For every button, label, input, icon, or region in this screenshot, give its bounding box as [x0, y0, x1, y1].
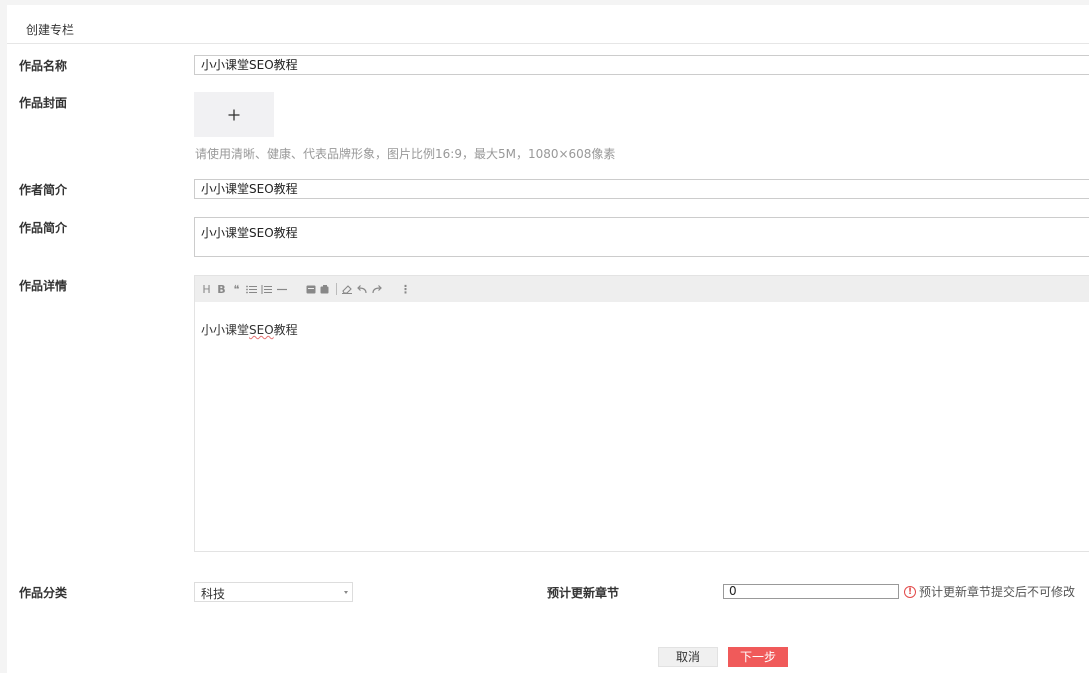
- plus-icon: [228, 109, 240, 120]
- details-label: 作品详情: [19, 279, 68, 293]
- cover-label: 作品封面: [19, 96, 68, 110]
- work-intro-textarea[interactable]: 小小课堂SEO教程: [194, 217, 1089, 257]
- chapters-label: 预计更新章节: [547, 586, 620, 600]
- category-value: 科技: [201, 587, 226, 601]
- rich-text-editor: H B ❝ ⋮ 小小课堂SEO教程: [194, 275, 1089, 552]
- cover-upload-button[interactable]: [194, 92, 274, 137]
- quote-icon[interactable]: ❝: [231, 276, 242, 302]
- redo-icon[interactable]: [371, 276, 382, 302]
- category-select[interactable]: 科技: [194, 582, 353, 602]
- work-name-label: 作品名称: [19, 59, 68, 73]
- editor-text-prefix: 小小课堂: [201, 323, 250, 337]
- ordered-list-icon[interactable]: [261, 276, 272, 302]
- editor-toolbar: H B ❝ ⋮: [195, 276, 1089, 302]
- page-title: 创建专栏: [26, 23, 75, 37]
- toolbar-divider: [336, 283, 337, 295]
- next-step-button[interactable]: 下一步: [728, 647, 788, 667]
- panel-header: 创建专栏: [7, 5, 1089, 44]
- eraser-icon[interactable]: [341, 276, 352, 302]
- bullet-list-icon[interactable]: [246, 276, 257, 302]
- cancel-button[interactable]: 取消: [658, 647, 718, 667]
- more-options-icon[interactable]: ⋮: [400, 276, 411, 302]
- video-icon[interactable]: [320, 276, 331, 302]
- heading-button[interactable]: H: [201, 276, 212, 302]
- horizontal-rule-icon[interactable]: [276, 276, 287, 302]
- work-intro-label: 作品简介: [19, 221, 68, 235]
- warning-icon: !: [904, 585, 916, 598]
- work-name-input[interactable]: 小小课堂SEO教程: [194, 55, 1089, 75]
- bold-button[interactable]: B: [216, 276, 227, 302]
- image-icon[interactable]: [305, 276, 316, 302]
- chapters-warning: ! 预计更新章节提交后不可修改: [904, 583, 1075, 600]
- chevron-down-icon: [344, 591, 348, 594]
- category-label: 作品分类: [19, 586, 68, 600]
- editor-text-suffix: 教程: [273, 323, 298, 337]
- cover-hint: 请使用清晰、健康、代表品牌形象，图片比例16:9，最大5M，1080×608像素: [195, 147, 616, 161]
- chapters-input[interactable]: 0: [723, 584, 899, 599]
- editor-text-spellcheck: SEO: [249, 323, 274, 337]
- editor-content[interactable]: 小小课堂SEO教程: [201, 321, 298, 338]
- chapters-warning-text: 预计更新章节提交后不可修改: [919, 585, 1076, 599]
- author-intro-label: 作者简介: [19, 183, 68, 197]
- author-intro-input[interactable]: 小小课堂SEO教程: [194, 179, 1089, 199]
- undo-icon[interactable]: [356, 276, 367, 302]
